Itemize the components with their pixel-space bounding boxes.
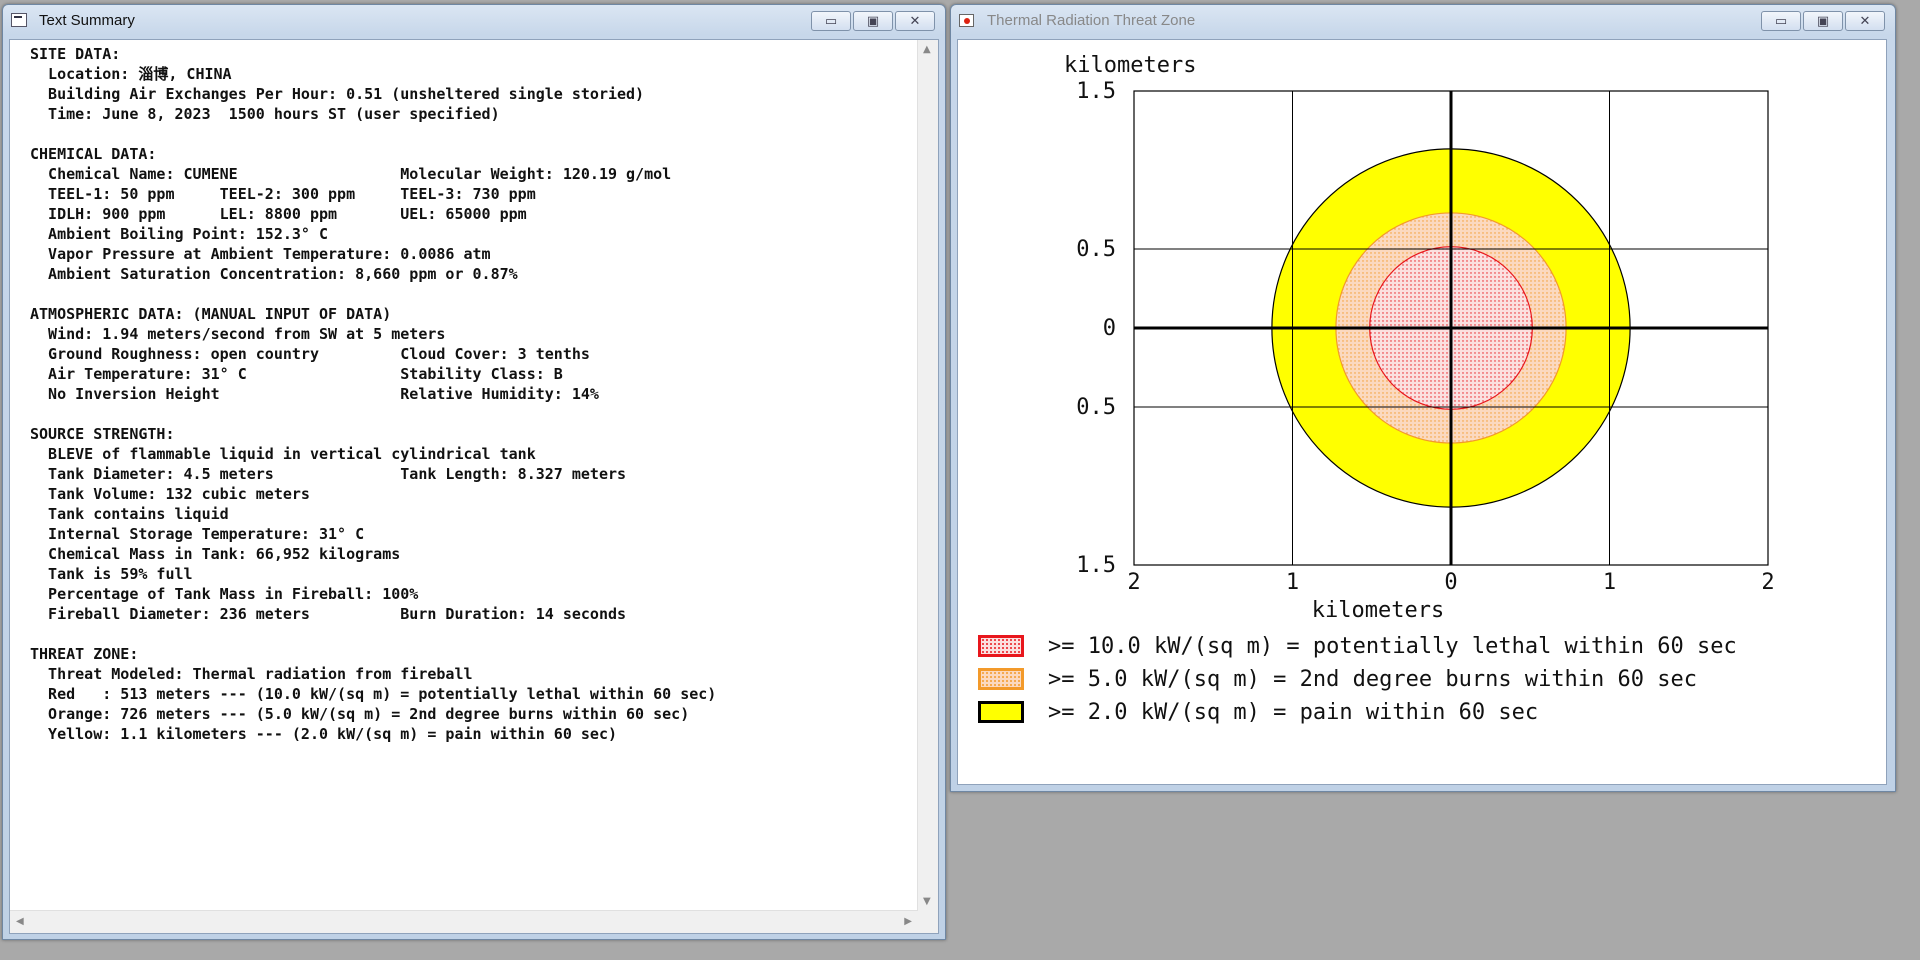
summary-line: Ambient Saturation Concentration: 8,660 … [48, 265, 518, 283]
summary-line: Tank is 59% full [48, 565, 193, 583]
summary-line: Threat Modeled: Thermal radiation from f… [48, 665, 473, 683]
summary-line: Wind: 1.94 meters/second from SW at 5 me… [48, 325, 446, 343]
horizontal-scrollbar[interactable]: ◀ ▶ [10, 910, 918, 933]
summary-line: IDLH: 900 ppm LEL: 8800 ppm UEL: 65000 p… [48, 205, 527, 223]
y-tick-label: 0.5 [1076, 237, 1116, 262]
app-icon [11, 13, 27, 27]
summary-line: Chemical Mass in Tank: 66,952 kilograms [48, 545, 401, 563]
x-tick-label: 2 [1761, 570, 1774, 595]
summary-line: THREAT ZONE: [30, 645, 139, 663]
summary-line: CHEMICAL DATA: [30, 145, 157, 163]
summary-line: Internal Storage Temperature: 31° C [48, 525, 365, 543]
summary-line: Tank Diameter: 4.5 meters Tank Length: 8… [48, 465, 627, 483]
y-tick-label: 1.5 [1076, 553, 1116, 578]
summary-line: Percentage of Tank Mass in Fireball: 100… [48, 585, 419, 603]
summary-line: Ground Roughness: open country Cloud Cov… [48, 345, 590, 363]
x-tick-label: 1 [1286, 570, 1299, 595]
text-summary-window[interactable]: Text Summary ▭ ▣ ✕ SITE DATA: Location: … [2, 4, 946, 940]
maximize-button[interactable]: ▣ [853, 11, 893, 31]
summary-line: Tank contains liquid [48, 505, 229, 523]
summary-line: BLEVE of flammable liquid in vertical cy… [48, 445, 536, 463]
x-tick-label: 0 [1444, 570, 1457, 595]
summary-line: Chemical Name: CUMENE Molecular Weight: … [48, 165, 672, 183]
minimize-button[interactable]: ▭ [811, 11, 851, 31]
summary-line: SOURCE STRENGTH: [30, 425, 175, 443]
window-title: Thermal Radiation Threat Zone [987, 12, 1196, 29]
summary-line: TEEL-1: 50 ppm TEEL-2: 300 ppm TEEL-3: 7… [48, 185, 536, 203]
legend-item-orange: >= 5.0 kW/(sq m) = 2nd degree burns with… [978, 665, 1697, 693]
summary-line: ATMOSPHERIC DATA: (MANUAL INPUT OF DATA) [30, 305, 392, 323]
legend-text-yellow: >= 2.0 kW/(sq m) = pain within 60 sec [1048, 699, 1539, 725]
orange-zone-swatch [978, 668, 1024, 690]
scroll-left-icon[interactable]: ◀ [16, 916, 24, 927]
scroll-right-icon[interactable]: ▶ [904, 916, 912, 927]
close-button[interactable]: ✕ [1845, 11, 1885, 31]
y-tick-label: 1.5 [1076, 79, 1116, 104]
x-tick-label: 1 [1603, 570, 1616, 595]
threat-zone-plot: kilometers kilometers 1.5 0.5 0 0.5 1.5 2 1 0 1 2 [1064, 53, 1775, 620]
red-zone-swatch [978, 635, 1024, 657]
scroll-down-icon[interactable]: ▼ [923, 896, 931, 907]
threat-zone-content: kilometers kilometers 1.5 0.5 0 0.5 1.5 2 1 0 1 2… [957, 39, 1887, 785]
summary-line: Vapor Pressure at Ambient Temperature: 0… [48, 245, 491, 263]
legend-item-red: >= 10.0 kW/(sq m) = potentially lethal w… [978, 632, 1737, 660]
yellow-zone-swatch [978, 701, 1024, 723]
summary-line: Yellow: 1.1 kilometers --- (2.0 kW/(sq m… [48, 725, 617, 743]
resize-grip[interactable] [918, 911, 938, 933]
window-title: Text Summary [39, 12, 135, 29]
scroll-up-icon[interactable]: ▲ [923, 44, 931, 55]
legend-item-yellow: >= 2.0 kW/(sq m) = pain within 60 sec [978, 698, 1538, 726]
summary-line: Building Air Exchanges Per Hour: 0.51 (u… [48, 85, 645, 103]
summary-line: Orange: 726 meters --- (5.0 kW/(sq m) = … [48, 705, 690, 723]
threat-zone-window[interactable]: Thermal Radiation Threat Zone ▭ ▣ ✕ kilo… [950, 4, 1896, 792]
summary-line: Ambient Boiling Point: 152.3° C [48, 225, 329, 243]
summary-line: Red : 513 meters --- (10.0 kW/(sq m) = p… [48, 685, 717, 703]
close-button[interactable]: ✕ [895, 11, 935, 31]
x-tick-label: 2 [1127, 570, 1140, 595]
legend-text-orange: >= 5.0 kW/(sq m) = 2nd degree burns with… [1048, 666, 1698, 692]
text-summary-content: SITE DATA: Location: 淄博, CHINA Building … [9, 39, 939, 934]
threat-zone-titlebar[interactable]: Thermal Radiation Threat Zone ▭ ▣ ✕ [951, 5, 1895, 37]
text-summary-titlebar[interactable]: Text Summary ▭ ▣ ✕ [3, 5, 945, 37]
minimize-button[interactable]: ▭ [1761, 11, 1801, 31]
y-axis-unit-label: kilometers [1064, 53, 1196, 78]
summary-line: No Inversion Height Relative Humidity: 1… [48, 385, 599, 403]
summary-line: Location: 淄博, CHINA [48, 65, 232, 83]
summary-line: Time: June 8, 2023 1500 hours ST (user s… [48, 105, 500, 123]
summary-line: Tank Volume: 132 cubic meters [48, 485, 310, 503]
legend-text-red: >= 10.0 kW/(sq m) = potentially lethal w… [1048, 633, 1737, 659]
x-axis-unit-label: kilometers [1312, 598, 1444, 620]
summary-line: Fireball Diameter: 236 meters Burn Durat… [48, 605, 627, 623]
summary-text: SITE DATA: Location: 淄博, CHINA Building … [30, 44, 716, 744]
vertical-scrollbar[interactable]: ▲ ▼ [917, 40, 938, 911]
summary-line: Air Temperature: 31° C Stability Class: … [48, 365, 563, 383]
maximize-button[interactable]: ▣ [1803, 11, 1843, 31]
y-tick-label: 0 [1103, 316, 1116, 341]
app-icon [959, 13, 975, 27]
y-tick-label: 0.5 [1076, 395, 1116, 420]
summary-line: SITE DATA: [30, 45, 121, 63]
